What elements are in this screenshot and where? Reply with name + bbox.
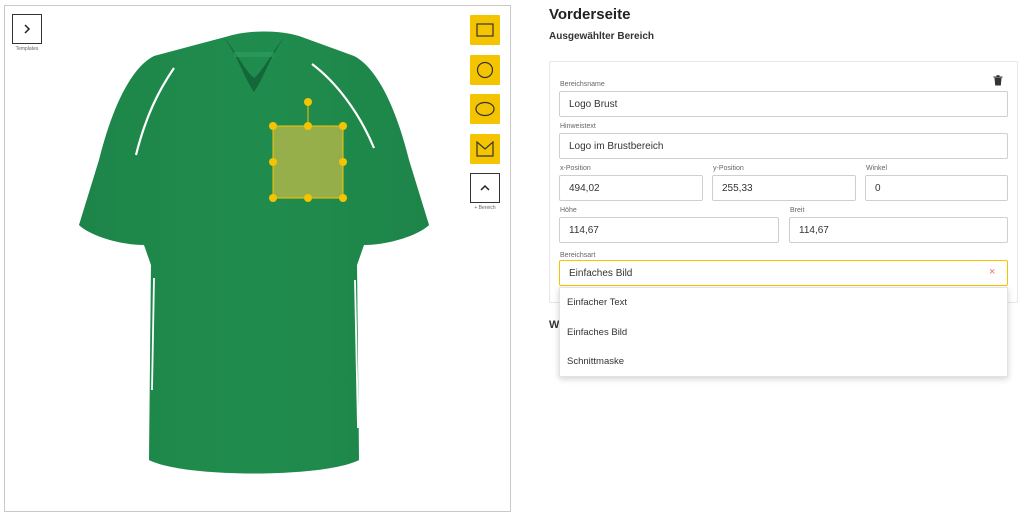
dropdown-option-mask[interactable]: Schnittmaske [567,356,624,367]
add-ellipse-button[interactable] [470,94,500,124]
resize-handle-ne[interactable] [339,122,347,130]
area-type-label: Bereichsart [560,252,596,259]
tshirt-image [79,31,429,474]
x-position-input[interactable]: 494,02 [559,175,703,201]
y-position-input[interactable]: 255,33 [712,175,856,201]
hint-input[interactable]: Logo im Brustbereich [559,133,1008,159]
area-type-dropdown: Einfacher Text Einfaches Bild Schnittmas… [559,287,1008,377]
resize-handle-sw[interactable] [269,194,277,202]
circle-icon [476,61,494,79]
shirt-body-shade [79,31,429,474]
add-circle-button[interactable] [470,55,500,85]
height-input[interactable]: 114,67 [559,217,779,243]
hint-label: Hinweistext [560,123,596,130]
resize-handle-n[interactable] [304,122,312,130]
clear-selection-icon[interactable]: × [989,266,995,278]
selected-area[interactable] [266,96,350,204]
name-label: Bereichsname [560,81,605,88]
x-position-label: x-Position [560,165,591,172]
resize-handle-w[interactable] [269,158,277,166]
section-subtitle: Ausgewählter Bereich [549,31,655,42]
chevron-up-icon [480,184,490,191]
height-label: Höhe [560,207,577,214]
templates-label: Templates [15,46,39,52]
resize-handle-se[interactable] [339,194,347,202]
dropdown-option-image[interactable]: Einfaches Bild [567,327,627,338]
mask-icon [476,141,494,157]
page-title: Vorderseite [549,6,631,23]
neck-label [234,52,274,57]
y-position-label: y-Position [713,165,744,172]
add-rectangle-button[interactable] [470,15,500,45]
rotate-handle[interactable] [304,98,312,106]
templates-toggle-button[interactable] [12,14,42,44]
width-label: Breit [790,207,805,214]
dropdown-option-text[interactable]: Einfacher Text [567,297,627,308]
add-area-label: + Bereich [474,205,496,211]
rectangle-icon [476,23,494,37]
resize-handle-s[interactable] [304,194,312,202]
ellipse-icon [475,101,495,117]
add-mask-button[interactable] [470,134,500,164]
name-input[interactable]: Logo Brust [559,91,1008,117]
angle-input[interactable]: 0 [865,175,1008,201]
obscured-heading: W [549,319,560,331]
resize-handle-nw[interactable] [269,122,277,130]
collapse-areas-button[interactable] [470,173,500,203]
angle-label: Winkel [866,165,888,172]
trash-icon[interactable] [993,75,1003,86]
chevron-right-icon [24,24,31,34]
resize-handle-e[interactable] [339,158,347,166]
area-type-select[interactable]: Einfaches Bild [559,260,1008,286]
width-input[interactable]: 114,67 [789,217,1008,243]
